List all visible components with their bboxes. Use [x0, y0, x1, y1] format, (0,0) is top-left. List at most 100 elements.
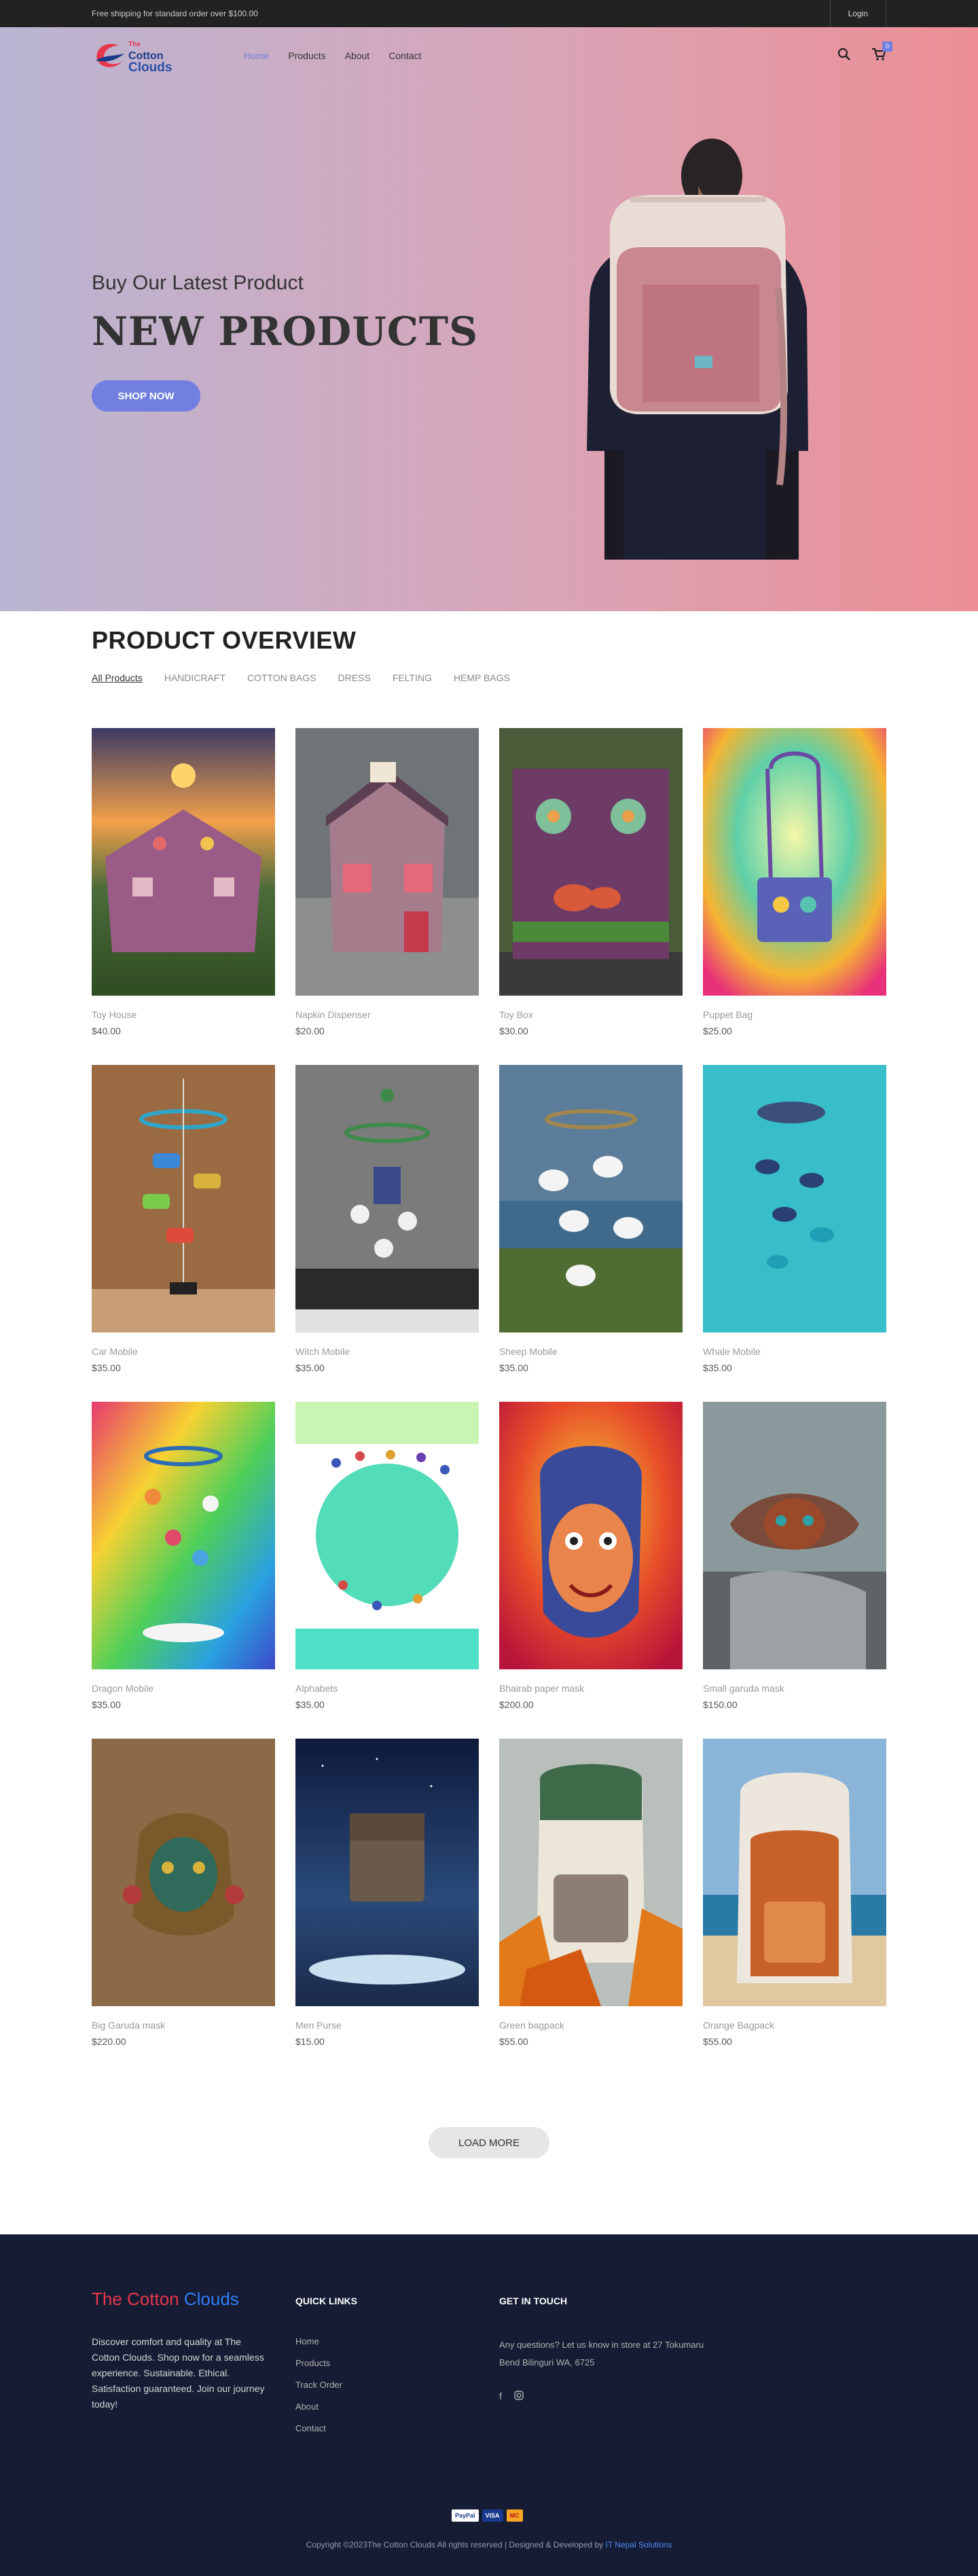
product-image-toy-house[interactable]: [92, 728, 275, 996]
product-card[interactable]: Puppet Bag $25.00: [703, 728, 886, 1065]
footer-brand: The Cotton Clouds: [92, 2289, 295, 2310]
filter-cotton-bags[interactable]: COTTON BAGS: [247, 672, 316, 683]
product-card[interactable]: Green bagpack $55.00: [499, 1739, 683, 2075]
footer-link-track-order[interactable]: Track Order: [295, 2380, 499, 2390]
product-price: $55.00: [703, 2036, 732, 2047]
product-card[interactable]: Big Garuda mask $220.00: [92, 1739, 275, 2075]
product-name[interactable]: Small garuda mask: [703, 1683, 886, 1694]
logo-line-1: The: [128, 40, 141, 48]
footer-columns: The Cotton Clouds Discover comfort and q…: [0, 2289, 978, 2445]
facebook-icon[interactable]: f: [499, 2391, 502, 2402]
copyright: Copyright ©2023The Cotton Clouds All rig…: [0, 2540, 978, 2550]
product-name[interactable]: Toy Box: [499, 1009, 683, 1020]
footer-link-about[interactable]: About: [295, 2401, 499, 2412]
footer-brand-part-1: The Cotton: [92, 2289, 179, 2309]
footer-link-home[interactable]: Home: [295, 2336, 499, 2346]
product-image-witch-mobile[interactable]: [295, 1065, 479, 1332]
product-name[interactable]: Toy House: [92, 1009, 275, 1020]
product-image-sheep-mobile[interactable]: [499, 1065, 683, 1332]
product-image-bhairab-mask[interactable]: [499, 1402, 683, 1669]
product-name[interactable]: Dragon Mobile: [92, 1683, 275, 1694]
footer-about: The Cotton Clouds Discover comfort and q…: [92, 2289, 295, 2445]
footer-get-in-touch: GET IN TOUCH Any questions? Let us know …: [499, 2289, 717, 2445]
product-image-alphabets[interactable]: [295, 1402, 479, 1669]
product-image-whale-mobile[interactable]: [703, 1065, 886, 1332]
logo-mark: [92, 40, 127, 71]
product-card[interactable]: Toy House $40.00: [92, 728, 275, 1065]
shop-now-button[interactable]: SHOP NOW: [92, 380, 200, 412]
product-price: $150.00: [703, 1699, 738, 1710]
instagram-icon[interactable]: [514, 2391, 524, 2402]
product-image-napkin-dispenser[interactable]: [295, 728, 479, 996]
nav-icons: 0: [837, 41, 892, 65]
cart-icon[interactable]: 0: [871, 41, 892, 65]
filter-all-products[interactable]: All Products: [92, 672, 143, 683]
product-card[interactable]: Toy Box $30.00: [499, 728, 683, 1065]
nav-item-contact[interactable]: Contact: [388, 50, 421, 61]
product-price: $35.00: [92, 1699, 121, 1710]
category-filters: All Products HANDICRAFT COTTON BAGS DRES…: [92, 672, 886, 683]
filter-hemp-bags[interactable]: HEMP BAGS: [454, 672, 510, 683]
product-card[interactable]: Dragon Mobile $35.00: [92, 1402, 275, 1739]
product-name[interactable]: Puppet Bag: [703, 1009, 886, 1020]
payment-methods: PayPal VISA MC: [452, 2509, 523, 2522]
product-image-men-purse[interactable]: [295, 1739, 479, 2006]
visa-icon: VISA: [482, 2509, 503, 2522]
product-price: $35.00: [703, 1362, 732, 1373]
nav-item-about[interactable]: About: [345, 50, 370, 61]
product-card[interactable]: Car Mobile $35.00: [92, 1065, 275, 1402]
product-name[interactable]: Bhairab paper mask: [499, 1683, 683, 1694]
main-nav: The Cotton Clouds Home Products About Co…: [0, 27, 978, 84]
section-title: PRODUCT OVERVIEW: [92, 626, 357, 654]
product-name[interactable]: Alphabets: [295, 1683, 479, 1694]
product-image-toy-box[interactable]: [499, 728, 683, 996]
product-image-puppet-bag[interactable]: [703, 728, 886, 996]
hero-text: Buy Our Latest Product NEW PRODUCTS SHOP…: [92, 272, 478, 412]
search-icon[interactable]: [837, 48, 851, 65]
filter-dress[interactable]: DRESS: [338, 672, 371, 683]
load-more-button[interactable]: LOAD MORE: [429, 2127, 549, 2158]
product-image-orange-bagpack[interactable]: [703, 1739, 886, 2006]
product-card[interactable]: Small garuda mask $150.00: [703, 1402, 886, 1739]
product-price: $35.00: [499, 1362, 528, 1373]
nav-item-products[interactable]: Products: [288, 50, 325, 61]
quick-links-title: QUICK LINKS: [295, 2296, 357, 2306]
login-link[interactable]: Login: [829, 0, 886, 27]
product-image-dragon-mobile[interactable]: [92, 1402, 275, 1669]
logo-line-2: Cotton: [128, 50, 164, 62]
product-name[interactable]: Whale Mobile: [703, 1346, 886, 1357]
product-price: $40.00: [92, 1026, 121, 1036]
product-image-small-garuda-mask[interactable]: [703, 1402, 886, 1669]
logo[interactable]: The Cotton Clouds: [92, 39, 237, 74]
product-name[interactable]: Witch Mobile: [295, 1346, 479, 1357]
product-card[interactable]: Witch Mobile $35.00: [295, 1065, 479, 1402]
load-more-wrap: LOAD MORE: [92, 2127, 886, 2158]
product-image-car-mobile[interactable]: [92, 1065, 275, 1332]
product-image-big-garuda-mask[interactable]: [92, 1739, 275, 2006]
product-name[interactable]: Sheep Mobile: [499, 1346, 683, 1357]
filter-handicraft[interactable]: HANDICRAFT: [164, 672, 225, 683]
product-name[interactable]: Car Mobile: [92, 1346, 275, 1357]
nav-item-home[interactable]: Home: [244, 50, 269, 61]
product-card[interactable]: Men Purse $15.00: [295, 1739, 479, 2075]
quick-links-list: Home Products Track Order About Contact: [295, 2336, 499, 2433]
product-name[interactable]: Men Purse: [295, 2020, 479, 2031]
product-image-green-bagpack[interactable]: [499, 1739, 683, 2006]
hero-banner: The Cotton Clouds Home Products About Co…: [0, 27, 978, 611]
footer-link-contact[interactable]: Contact: [295, 2423, 499, 2433]
product-card[interactable]: Sheep Mobile $35.00: [499, 1065, 683, 1402]
product-card[interactable]: Alphabets $35.00: [295, 1402, 479, 1739]
product-name[interactable]: Napkin Dispenser: [295, 1009, 479, 1020]
developer-link[interactable]: IT Nepal Solutions: [606, 2540, 672, 2550]
product-name[interactable]: Orange Bagpack: [703, 2020, 886, 2031]
footer-link-products[interactable]: Products: [295, 2358, 499, 2368]
product-card[interactable]: Bhairab paper mask $200.00: [499, 1402, 683, 1739]
product-name[interactable]: Green bagpack: [499, 2020, 683, 2031]
product-price: $25.00: [703, 1026, 732, 1036]
product-card[interactable]: Whale Mobile $35.00: [703, 1065, 886, 1402]
product-card[interactable]: Orange Bagpack $55.00: [703, 1739, 886, 2075]
product-price: $15.00: [295, 2036, 325, 2047]
product-name[interactable]: Big Garuda mask: [92, 2020, 275, 2031]
filter-felting[interactable]: FELTING: [393, 672, 432, 683]
product-card[interactable]: Napkin Dispenser $20.00: [295, 728, 479, 1065]
